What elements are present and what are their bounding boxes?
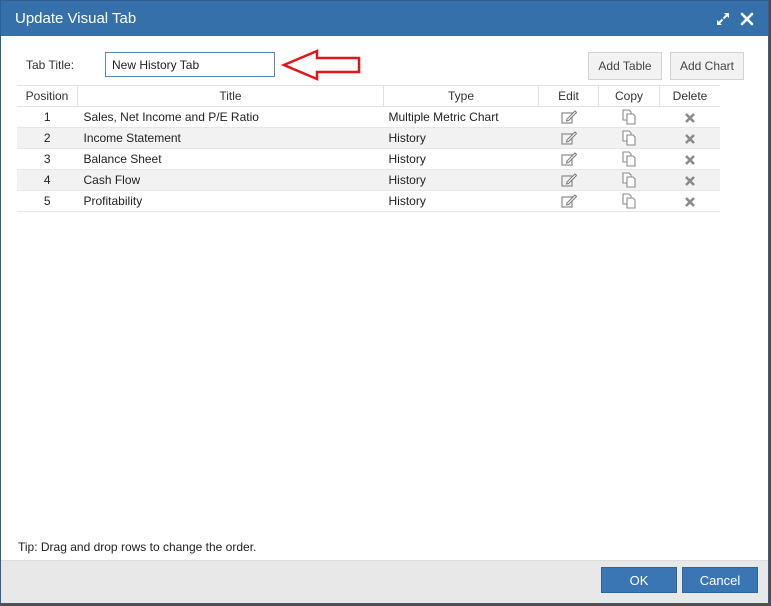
table-header-row: Position Title Type Edit Copy Delete	[17, 85, 720, 107]
copy-icon[interactable]	[621, 172, 637, 188]
row-type: Multiple Metric Chart	[383, 106, 539, 128]
delete-icon[interactable]	[684, 112, 696, 124]
row-position: 2	[17, 127, 78, 149]
delete-icon[interactable]	[684, 175, 696, 187]
delete-icon[interactable]	[684, 196, 696, 208]
row-title: Cash Flow	[77, 169, 384, 191]
header-title: Title	[77, 85, 384, 107]
header-type: Type	[383, 85, 539, 107]
copy-icon[interactable]	[621, 151, 637, 167]
table-row[interactable]: 5 Profitability History	[17, 190, 720, 212]
update-visual-tab-dialog: Update Visual Tab Tab Title: Add Table A…	[0, 0, 769, 604]
header-position: Position	[17, 85, 78, 107]
edit-icon[interactable]	[560, 194, 577, 209]
add-table-button[interactable]: Add Table	[588, 52, 662, 80]
row-type: History	[383, 190, 539, 212]
row-title: Balance Sheet	[77, 148, 384, 170]
close-icon[interactable]	[738, 10, 756, 28]
table-row[interactable]: 2 Income Statement History	[17, 127, 720, 149]
visual-tab-items-table: Position Title Type Edit Copy Delete 1 S…	[17, 85, 720, 212]
dialog-titlebar[interactable]: Update Visual Tab	[1, 1, 768, 36]
row-type: History	[383, 127, 539, 149]
row-position: 3	[17, 148, 78, 170]
edit-icon[interactable]	[560, 152, 577, 167]
ok-button[interactable]: OK	[601, 567, 677, 593]
add-chart-button[interactable]: Add Chart	[670, 52, 744, 80]
copy-icon[interactable]	[621, 130, 637, 146]
header-copy: Copy	[598, 85, 660, 107]
delete-icon[interactable]	[684, 133, 696, 145]
copy-icon[interactable]	[621, 109, 637, 125]
row-type: History	[383, 148, 539, 170]
maximize-icon[interactable]	[714, 10, 732, 28]
dialog-footer: OK Cancel	[1, 560, 768, 603]
row-title: Profitability	[77, 190, 384, 212]
edit-icon[interactable]	[560, 110, 577, 125]
dialog-title: Update Visual Tab	[15, 10, 137, 27]
row-position: 5	[17, 190, 78, 212]
row-title: Income Statement	[77, 127, 384, 149]
table-row[interactable]: 3 Balance Sheet History	[17, 148, 720, 170]
arrow-annotation-icon	[280, 48, 363, 85]
copy-icon[interactable]	[621, 193, 637, 209]
table-row[interactable]: 1 Sales, Net Income and P/E Ratio Multip…	[17, 106, 720, 128]
tab-title-input[interactable]	[105, 52, 275, 77]
cancel-button[interactable]: Cancel	[682, 567, 758, 593]
tab-title-label: Tab Title:	[26, 58, 75, 72]
row-position: 1	[17, 106, 78, 128]
header-edit: Edit	[538, 85, 599, 107]
row-position: 4	[17, 169, 78, 191]
row-title: Sales, Net Income and P/E Ratio	[77, 106, 384, 128]
drag-drop-tip: Tip: Drag and drop rows to change the or…	[18, 540, 257, 554]
delete-icon[interactable]	[684, 154, 696, 166]
edit-icon[interactable]	[560, 131, 577, 146]
header-delete: Delete	[659, 85, 720, 107]
row-type: History	[383, 169, 539, 191]
table-row[interactable]: 4 Cash Flow History	[17, 169, 720, 191]
edit-icon[interactable]	[560, 173, 577, 188]
tab-title-row: Tab Title: Add Table Add Chart	[1, 36, 768, 84]
